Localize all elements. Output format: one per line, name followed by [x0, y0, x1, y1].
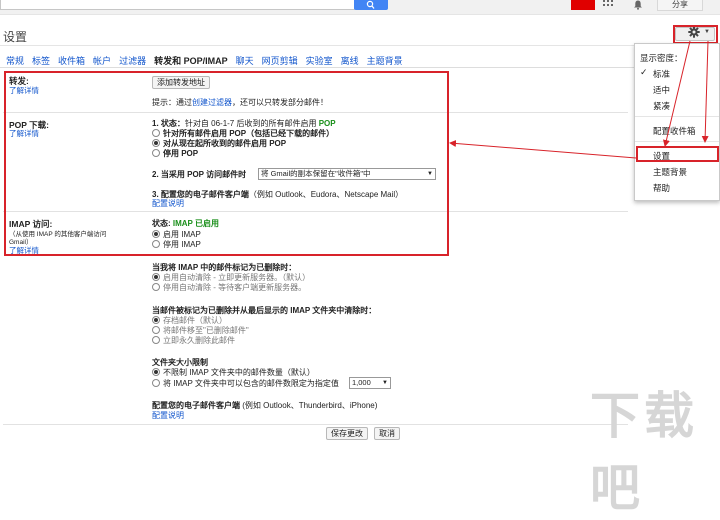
watermark-logo: 下载吧 — [590, 388, 698, 516]
annotation-arrows — [449, 40, 709, 159]
arrow-to-settings — [662, 40, 691, 147]
arrow-to-pop-imap — [449, 139, 637, 159]
arrow-gear-to-menu — [701, 40, 709, 143]
